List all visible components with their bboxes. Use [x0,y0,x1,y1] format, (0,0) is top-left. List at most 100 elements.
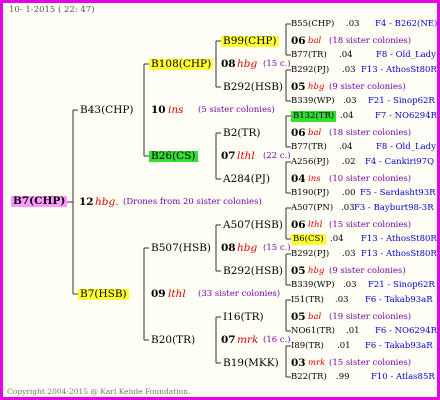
gen3-num: 05 [291,265,306,277]
gen2-num: 08 [221,242,236,254]
gen1-node: B43(CHP) [80,104,134,116]
gen2-node: B507(HSB) [151,242,212,254]
gen4-node: B77(TR) [291,50,327,60]
gen4-num: .02 [342,157,356,167]
gen4-num: .01 [337,341,351,351]
gen4-num: .00 [342,188,356,198]
gen3-code: bal [308,128,322,138]
gen4-num: .04 [330,234,344,244]
gen4-node: I51(TR) [291,295,324,305]
root-num: 12 [79,196,94,208]
gen4-ref: F8 - Old_Lady [376,50,436,60]
gen4-ref: F6 - NO6294R [375,326,438,336]
gen1-note: (5 sister colonies) [198,105,275,115]
gen4-num: .04 [340,111,354,121]
gen3-num: 03 [291,357,306,369]
gen2-code: hbg [237,242,258,254]
gen4-node: NO61(TR) [291,326,335,336]
gen4-num: .03 [346,19,360,29]
gen1-num: 10 [151,104,166,116]
gen3-num: 04 [291,173,306,185]
gen4-num: .03 [341,203,355,213]
gen1-code: ins [168,104,184,116]
gen4-num: .03 [342,249,356,259]
gen3-code: hbg [308,82,325,92]
gen3-note: (10 sister colonies) [329,174,412,184]
root-code: hbg. [95,196,119,208]
gen4-num: .01 [346,326,360,336]
gen2-code: lthl [237,150,255,162]
gen4-node: B6(CS) [291,234,326,245]
gen2-note: (16 c.) [263,335,291,345]
gen4-node: B339(WP) [291,96,335,106]
pedigree-diagram: { "header": "10- 1-2015 ( 22: 47)", "foo… [0,0,440,400]
gen2-code: mrk [237,334,259,346]
gen4-node: B132(TR) [291,111,337,122]
gen3-note: (18 sister colonies) [329,128,412,138]
gen4-num: .99 [336,372,350,382]
gen4-node: B339(WP) [291,280,335,290]
gen4-num: .03 [343,280,357,290]
gen4-num: .03 [343,96,357,106]
gen3-code: bal [308,36,322,46]
gen3-node: B2(TR) [223,127,261,139]
gen1-code: lthl [168,288,186,300]
gen4-ref: F4 - B262(NE) [375,19,438,29]
gen2-node: B20(TR) [151,334,196,346]
gen3-node: A507(HSB) [223,219,283,231]
gen4-ref: F21 - Sinop62R [368,96,435,106]
gen4-node: I89(TR) [291,341,324,351]
gen2-note: (15 c.) [263,243,291,253]
gen4-ref: F13 - AthosSt80R [361,234,437,244]
gen4-ref: F3 - Bayburt98-3R [354,203,434,213]
gen3-node: A284(PJ) [223,173,271,185]
gen2-node: B108(CHP) [149,58,214,70]
gen4-node: B22(TR) [291,372,327,382]
gen4-ref: F5 - Sardasht93R [360,188,436,198]
gen3-num: 06 [291,127,306,139]
gen3-note: (15 sister colonies) [329,358,412,368]
gen4-node: B55(CHP) [291,19,335,29]
gen1-node: B7(HSB) [78,288,129,300]
gen3-num: 06 [291,219,306,231]
gen2-note: (15 c.) [263,59,291,69]
gen3-num: 06 [291,35,306,47]
gen4-ref: F13 - AthosSt80R [361,65,437,75]
gen3-num: 05 [291,311,306,323]
gen4-ref: F6 - Takab93aR [365,295,433,305]
gen4-ref: F4 - Cankiri97Q [365,157,435,167]
gen3-code: lthl [308,220,323,230]
gen3-node: I16(TR) [223,311,264,323]
gen4-num: .04 [339,50,353,60]
gen2-code: hbg [237,58,258,70]
gen3-code: bal [308,312,322,322]
gen4-node: A256(PJ) [291,157,330,167]
gen4-node: B190(PJ) [291,188,330,198]
gen1-note: (33 sister colonies) [198,289,281,299]
gen4-ref: F21 - Sinop62R [368,280,435,290]
gen4-num: .04 [339,142,353,152]
gen3-num: 05 [291,81,306,93]
gen4-ref: F13 - AthosSt80R [361,249,437,259]
gen2-note: (22 c.) [263,151,291,161]
gen4-ref: F6 - Takab93aR [365,341,433,351]
gen3-node: B19(MKK) [223,357,279,369]
gen4-node: A507(PN) [291,203,334,213]
gen4-node: B292(PJ) [291,249,330,259]
copyright: Copyright 2004-2015 @ Karl Kehde Foundat… [7,387,191,396]
gen4-num: .03 [342,65,356,75]
gen4-num: .03 [335,295,349,305]
gen2-num: 07 [221,334,236,346]
gen3-note: (9 sister colonies) [329,82,406,92]
gen4-node: B77(TR) [291,142,327,152]
gen3-note: (19 sister colonies) [329,312,412,322]
root-node: B7(CHP) [11,195,68,207]
gen3-code: hbg [308,266,325,276]
gen3-node: B99(CHP) [221,35,279,47]
gen2-node: B26(CS) [149,150,198,162]
gen4-ref: F8 - Old_Lady [376,142,436,152]
gen4-ref: F10 - Atlas85R [371,372,435,382]
gen3-note: (18 sister colonies) [329,36,412,46]
gen3-node: B292(HSB) [223,81,284,93]
root-note: (Drones from 20 sister colonies) [123,197,262,207]
